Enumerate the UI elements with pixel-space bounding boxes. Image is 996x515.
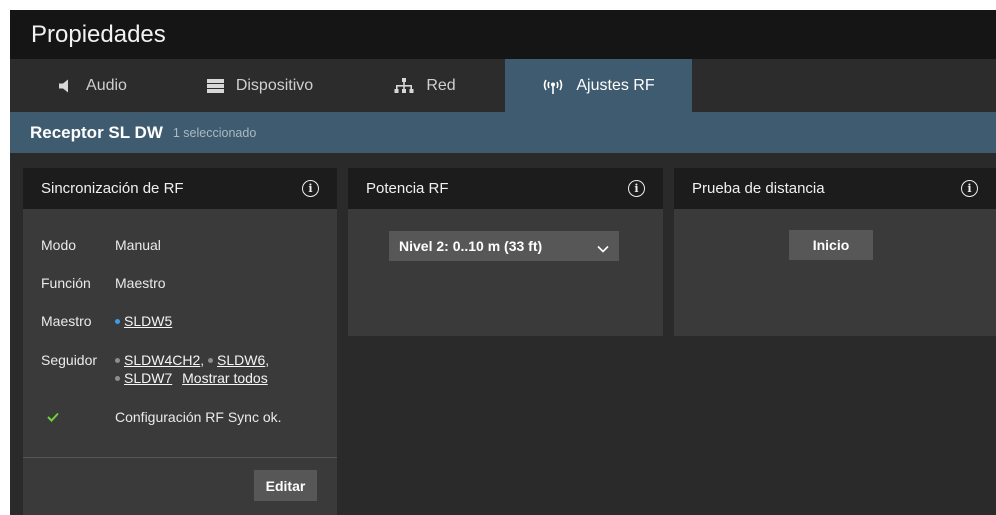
rf-power-select[interactable]: Nivel 2: 0..10 m (33 ft) (389, 231, 619, 261)
device-name: Receptor SL DW (30, 122, 163, 142)
tab-dispositivo-label: Dispositivo (235, 76, 314, 94)
follower-link[interactable]: SLDW7 (124, 370, 172, 386)
master-label: Maestro (41, 313, 92, 329)
range-test-header: Prueba de distancia i (674, 168, 996, 209)
follower-status-dot (115, 376, 120, 381)
follower-row: Seguidor SLDW4CH2, SLDW6, SLDW7 Mostrar … (41, 352, 270, 386)
show-all-link[interactable]: Mostrar todos (182, 370, 268, 386)
chevron-down-icon (597, 240, 609, 256)
follower-status-dot (115, 358, 120, 363)
function-row: Función Maestro (41, 275, 166, 291)
mode-label: Modo (41, 237, 77, 253)
follower-link[interactable]: SLDW6 (217, 352, 265, 368)
sync-status-text: Configuración RF Sync ok. (115, 409, 282, 425)
info-icon[interactable]: i (302, 180, 319, 197)
function-value: Maestro (115, 275, 166, 291)
tab-dispositivo[interactable]: Dispositivo (175, 59, 345, 112)
info-icon[interactable]: i (961, 180, 978, 197)
follower-status-dot (208, 358, 214, 363)
master-row: Maestro SLDW5 (41, 313, 172, 329)
tab-audio[interactable]: Audio (10, 59, 175, 112)
panel-divider (23, 457, 337, 458)
master-status-dot (115, 319, 120, 324)
tab-ajustes-rf-label: Ajustes RF (576, 76, 655, 94)
info-icon[interactable]: i (628, 180, 645, 197)
rf-sync-panel: Sincronización de RF i Modo Manual Funci… (23, 168, 337, 515)
rf-sync-title: Sincronización de RF (41, 180, 184, 197)
function-label: Función (41, 275, 91, 291)
follower-link[interactable]: SLDW4CH2 (124, 352, 200, 368)
tab-red-label: Red (426, 76, 456, 94)
tab-red[interactable]: Red (345, 59, 505, 112)
selection-count: 1 seleccionado (172, 125, 257, 140)
check-icon (41, 409, 115, 425)
tab-audio-label: Audio (86, 76, 127, 94)
window-title: Propiedades (10, 10, 996, 59)
rf-power-panel: Potencia RF i Nivel 2: 0..10 m (33 ft) (348, 168, 663, 336)
master-device-link[interactable]: SLDW5 (124, 313, 172, 329)
rf-settings-content: Sincronización de RF i Modo Manual Funci… (10, 153, 996, 515)
mode-row: Modo Manual (41, 237, 161, 253)
range-test-title: Prueba de distancia (692, 180, 825, 197)
tab-ajustes-rf[interactable]: Ajustes RF (505, 59, 692, 112)
properties-window: Propiedades Audio Dispositivo Red Ajuste… (10, 10, 996, 515)
edit-button[interactable]: Editar (254, 470, 317, 501)
rf-power-header: Potencia RF i (348, 168, 663, 209)
rf-power-title: Potencia RF (366, 180, 449, 197)
rf-sync-header: Sincronización de RF i (23, 168, 337, 209)
antenna-icon (542, 78, 564, 94)
network-icon (394, 77, 414, 94)
tab-bar: Audio Dispositivo Red Ajustes RF (10, 59, 996, 112)
device-icon (206, 78, 224, 93)
sync-status-row: Configuración RF Sync ok. (41, 409, 282, 425)
mode-value: Manual (115, 237, 161, 253)
rf-power-selected-value: Nivel 2: 0..10 m (33 ft) (399, 238, 543, 254)
device-context-bar: Receptor SL DW 1 seleccionado (10, 112, 996, 153)
follower-label: Seguidor (41, 352, 98, 368)
speaker-icon (58, 79, 74, 93)
range-test-panel: Prueba de distancia i Inicio (674, 168, 996, 336)
start-button[interactable]: Inicio (789, 230, 873, 260)
